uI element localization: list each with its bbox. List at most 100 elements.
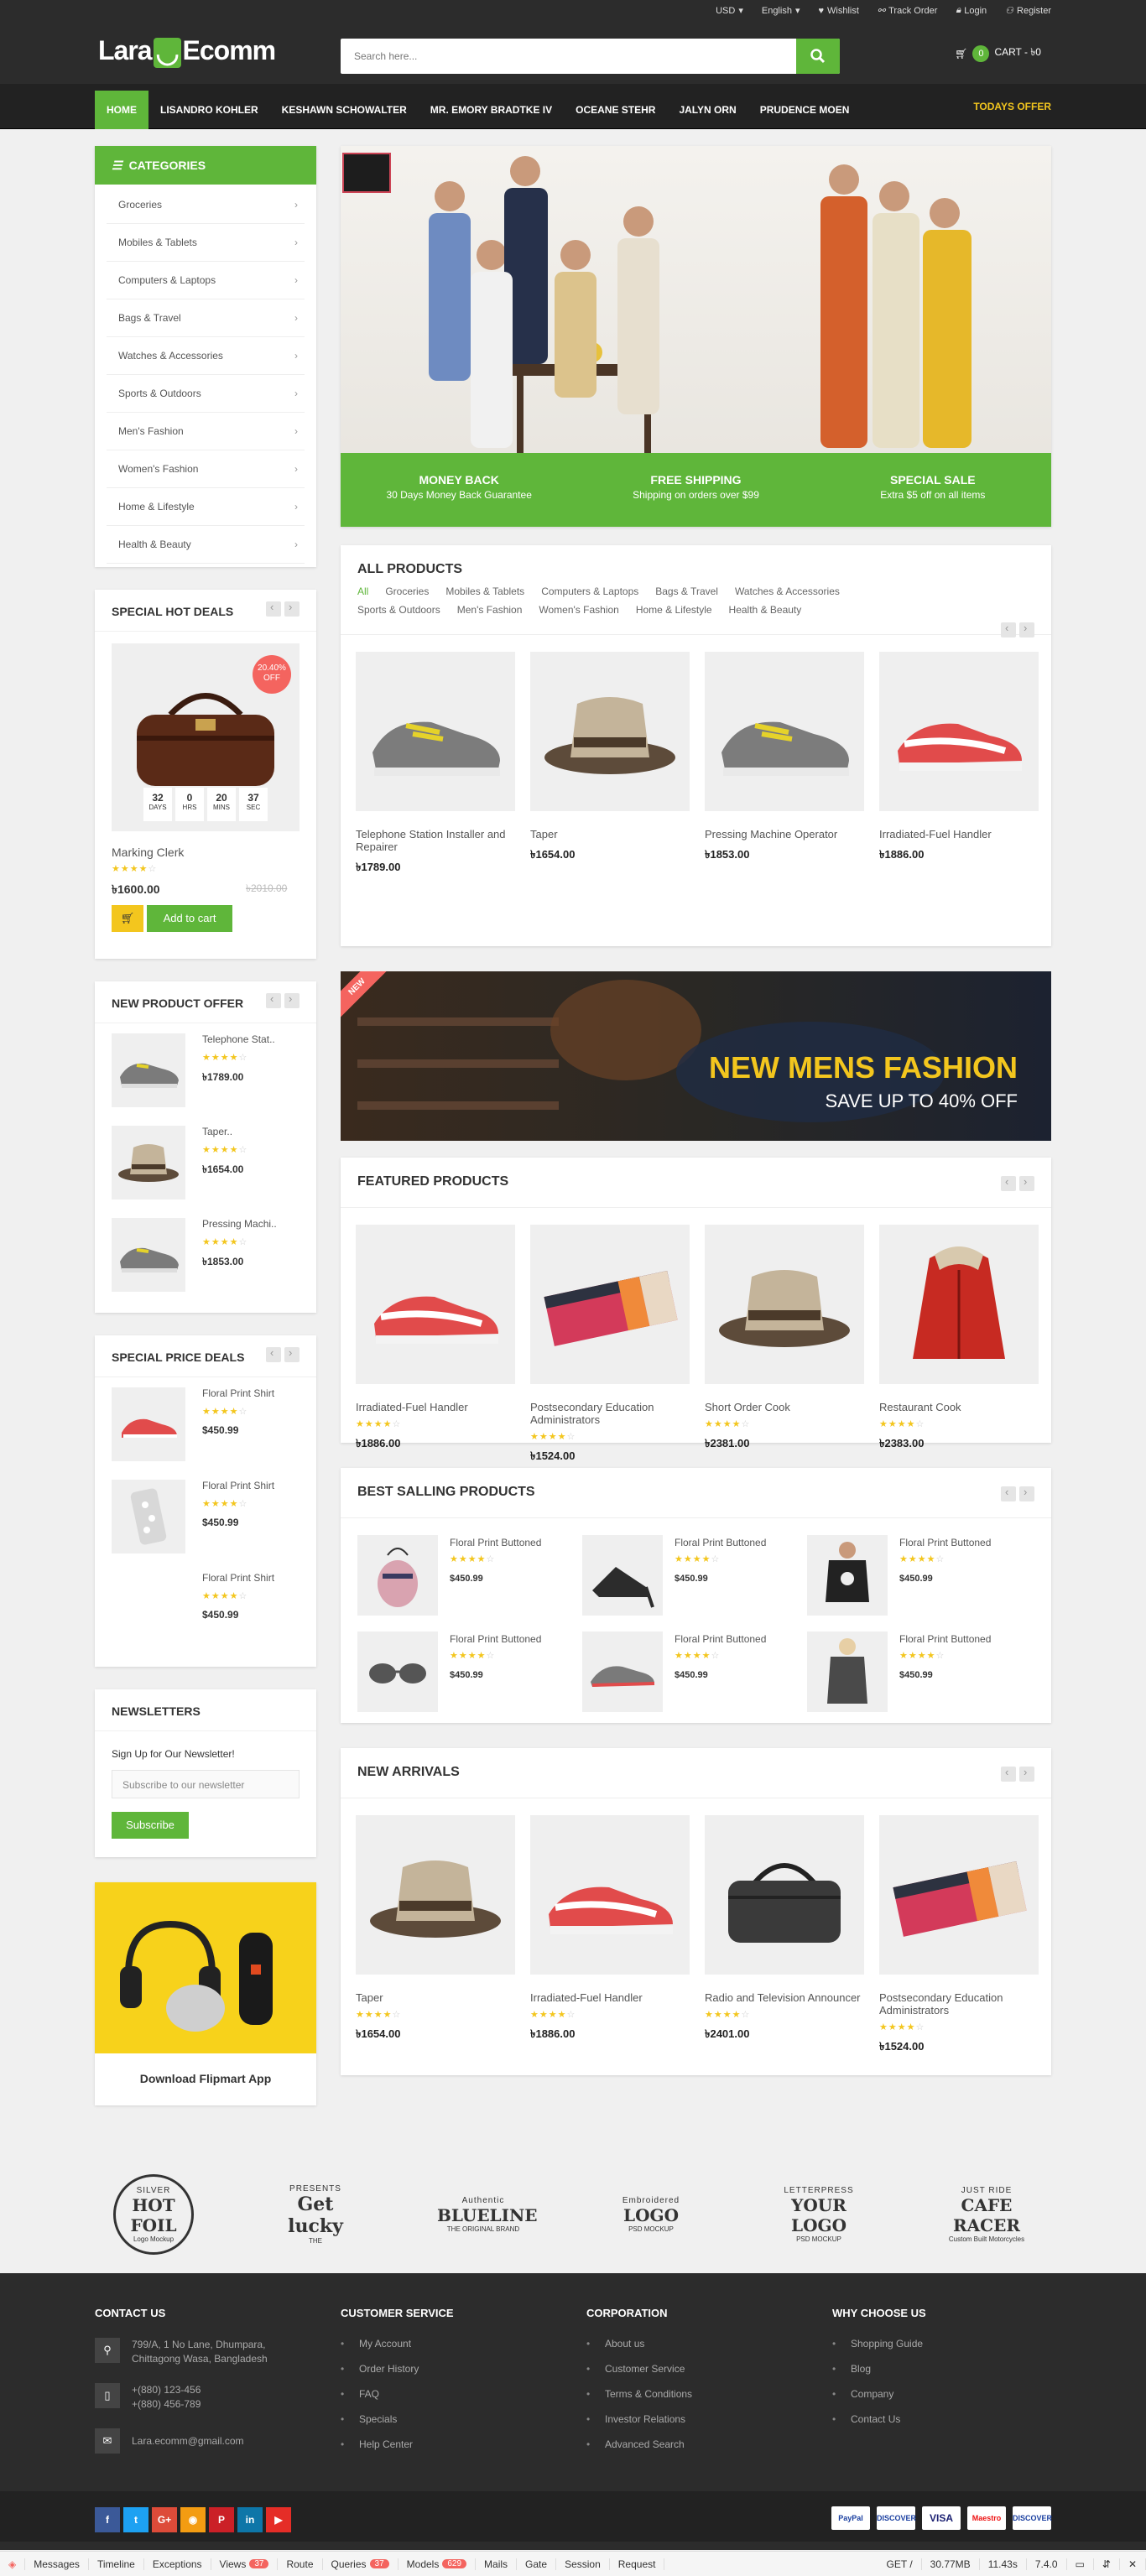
contact-email[interactable]: Lara.ecomm@gmail.com — [132, 2428, 244, 2454]
tab-category[interactable]: Health & Beauty — [729, 604, 802, 616]
rss-icon[interactable]: ◉ — [180, 2507, 206, 2532]
product-card[interactable]: Taper ৳1654.00 — [530, 652, 690, 877]
debug-tab[interactable]: Request — [610, 2558, 665, 2570]
search-input[interactable]: Search here... — [354, 50, 417, 62]
footer-link[interactable]: Investor Relations — [586, 2413, 692, 2425]
folder-icon[interactable]: ▭ — [1067, 2558, 1094, 2570]
footer-link[interactable]: Help Center — [341, 2438, 454, 2450]
hot-deal-image[interactable]: 20.40% OFF 32 DAYS 0 HRS 20 MINS 37 SEC — [112, 643, 300, 831]
product-name[interactable]: Taper — [530, 828, 690, 840]
category-item[interactable]: Home & Lifestyle — [107, 488, 305, 526]
brand-logo[interactable]: Embroidered LOGO PSD MOCKUP — [605, 2174, 697, 2255]
tab-category[interactable]: Mobiles & Tablets — [445, 585, 524, 597]
shoe-red-product-image[interactable] — [356, 1225, 515, 1384]
product-card[interactable]: Telephone Station Installer and Repairer… — [356, 652, 515, 877]
pinterest-icon[interactable]: P — [209, 2507, 234, 2532]
prev-arrow[interactable] — [1001, 1486, 1016, 1501]
language-select[interactable]: English ▾ — [762, 5, 800, 17]
tab-category[interactable]: Men's Fashion — [457, 604, 523, 616]
offer-item[interactable]: Pressing Machi.. ★★★★☆ ৳1853.00 — [112, 1218, 277, 1292]
prev-arrow[interactable] — [266, 601, 281, 617]
best-selling-item[interactable]: Floral Print Buttoned ★★★★☆ $450.99 — [582, 1631, 800, 1712]
deal-item[interactable]: Floral Print Shirt ★★★★☆ $450.99 — [112, 1480, 274, 1553]
debug-tab[interactable]: Mails — [476, 2558, 518, 2570]
nav-item[interactable]: Keshawn Schowalter — [270, 91, 419, 129]
category-item[interactable]: Computers & Laptops — [107, 262, 305, 299]
bag-product-image[interactable] — [705, 1815, 864, 1975]
prev-arrow[interactable] — [1001, 1175, 1016, 1191]
product-name[interactable]: Restaurant Cook — [879, 1401, 1039, 1413]
offer-item[interactable]: Telephone Stat.. ★★★★☆ ৳1789.00 — [112, 1033, 275, 1107]
debugbar-logo-icon[interactable]: ◈ — [0, 2558, 26, 2570]
debug-tab[interactable]: Exceptions — [144, 2558, 211, 2570]
product-name[interactable]: Postsecondary Education Administrators — [530, 1401, 690, 1426]
facebook-icon[interactable]: f — [95, 2507, 120, 2532]
best-selling-item[interactable]: Floral Print Buttoned ★★★★☆ $450.99 — [807, 1631, 1025, 1712]
hat-product-image[interactable] — [530, 652, 690, 811]
product-card[interactable]: Irradiated-Fuel Handler ৳1886.00 — [879, 652, 1039, 877]
brand-logo[interactable]: PRESENTS Get lucky THE — [269, 2174, 362, 2255]
tab-category[interactable]: Computers & Laptops — [541, 585, 638, 597]
nav-item[interactable]: Jalyn Orn — [667, 91, 748, 129]
product-card[interactable]: Short Order Cook ★★★★☆ ৳2381.00 — [705, 1225, 864, 1466]
footer-link[interactable]: Advanced Search — [586, 2438, 692, 2450]
jacket-product-image[interactable] — [879, 1225, 1039, 1384]
tab-category[interactable]: Women's Fashion — [539, 604, 618, 616]
product-card[interactable]: Radio and Television Announcer ★★★★☆ ৳2401… — [705, 1815, 864, 2057]
wishlist-link[interactable]: ♥ Wishlist — [818, 5, 858, 16]
search-button[interactable] — [796, 39, 840, 74]
brand-logo[interactable]: Authentic BLUELINE THE ORIGINAL BRAND — [437, 2174, 538, 2255]
best-selling-item[interactable]: Floral Print Buttoned ★★★★☆ $450.99 — [807, 1535, 1025, 1616]
product-card[interactable]: Irradiated-Fuel Handler ★★★★☆ ৳1886.00 — [530, 1815, 690, 2057]
hat-product-image[interactable] — [356, 1815, 515, 1975]
footer-link[interactable]: Specials — [341, 2413, 454, 2425]
linkedin-icon[interactable]: in — [237, 2507, 263, 2532]
newsletter-email-input[interactable]: Subscribe to our newsletter — [112, 1770, 300, 1798]
category-item[interactable]: Watches & Accessories — [107, 337, 305, 375]
shoe-gray-product-image[interactable] — [356, 652, 515, 811]
tab-category[interactable]: Watches & Accessories — [735, 585, 840, 597]
product-name[interactable]: Short Order Cook — [705, 1401, 864, 1413]
debug-tab-views[interactable]: Views 37 — [211, 2558, 279, 2570]
next-arrow[interactable] — [284, 992, 300, 1008]
add-to-cart-button[interactable]: Add to cart — [147, 905, 232, 932]
debug-tab[interactable]: Gate — [517, 2558, 557, 2570]
prev-arrow[interactable] — [1001, 1766, 1016, 1782]
product-card[interactable]: Irradiated-Fuel Handler ★★★★☆ ৳1886.00 — [356, 1225, 515, 1466]
next-arrow[interactable] — [284, 601, 300, 617]
cart-icon-button[interactable]: 🛒︎ — [112, 905, 143, 932]
nav-item[interactable]: Mr. Emory Bradtke IV — [419, 91, 564, 129]
nav-item[interactable]: Lisandro Kohler — [148, 91, 270, 129]
nav-item[interactable]: Prudence Moen — [748, 91, 862, 129]
product-name[interactable]: Radio and Television Announcer — [705, 1991, 864, 2004]
footer-link[interactable]: Terms & Conditions — [586, 2388, 692, 2400]
tab-category[interactable]: Home & Lifestyle — [636, 604, 712, 616]
debug-tab-queries[interactable]: Queries 37 — [323, 2558, 398, 2570]
hot-deal-name[interactable]: Marking Clerk — [112, 846, 184, 859]
prev-arrow[interactable] — [1001, 622, 1016, 637]
prev-arrow[interactable] — [266, 1346, 281, 1362]
product-name[interactable]: Taper — [356, 1991, 515, 2004]
google-plus-icon[interactable]: G+ — [152, 2507, 177, 2532]
footer-link[interactable]: FAQ — [341, 2388, 454, 2400]
product-name[interactable]: Pressing Machine Operator — [705, 828, 864, 840]
shoe-gray-product-image[interactable] — [705, 652, 864, 811]
footer-link[interactable]: Company — [832, 2388, 926, 2400]
tab-all[interactable]: All — [357, 585, 368, 597]
footer-link[interactable]: About us — [586, 2338, 692, 2350]
debug-tab-models[interactable]: Models 629 — [398, 2558, 477, 2570]
deal-item[interactable]: Floral Print Shirt ★★★★☆ $450.99 — [112, 1387, 274, 1461]
tab-category[interactable]: Sports & Outdoors — [357, 604, 440, 616]
footer-link[interactable]: Contact Us — [832, 2413, 926, 2425]
youtube-icon[interactable]: ▶ — [266, 2507, 291, 2532]
next-arrow[interactable] — [1019, 622, 1034, 637]
category-item[interactable]: Groceries — [107, 186, 305, 224]
debug-tab[interactable]: Timeline — [89, 2558, 144, 2570]
offer-item[interactable]: Taper.. ★★★★☆ ৳1654.00 — [112, 1126, 247, 1200]
debug-tab[interactable]: Route — [278, 2558, 323, 2570]
cart-summary[interactable]: 🛒︎ 0 CART - ৳0 — [955, 45, 1041, 62]
best-selling-item[interactable]: Floral Print Buttoned ★★★★☆ $450.99 — [357, 1631, 576, 1712]
product-name[interactable]: Postsecondary Education Administrators — [879, 1991, 1039, 2017]
debug-tab[interactable]: Messages — [25, 2558, 89, 2570]
product-card[interactable]: Postsecondary Education Administrators ★★… — [530, 1225, 690, 1466]
